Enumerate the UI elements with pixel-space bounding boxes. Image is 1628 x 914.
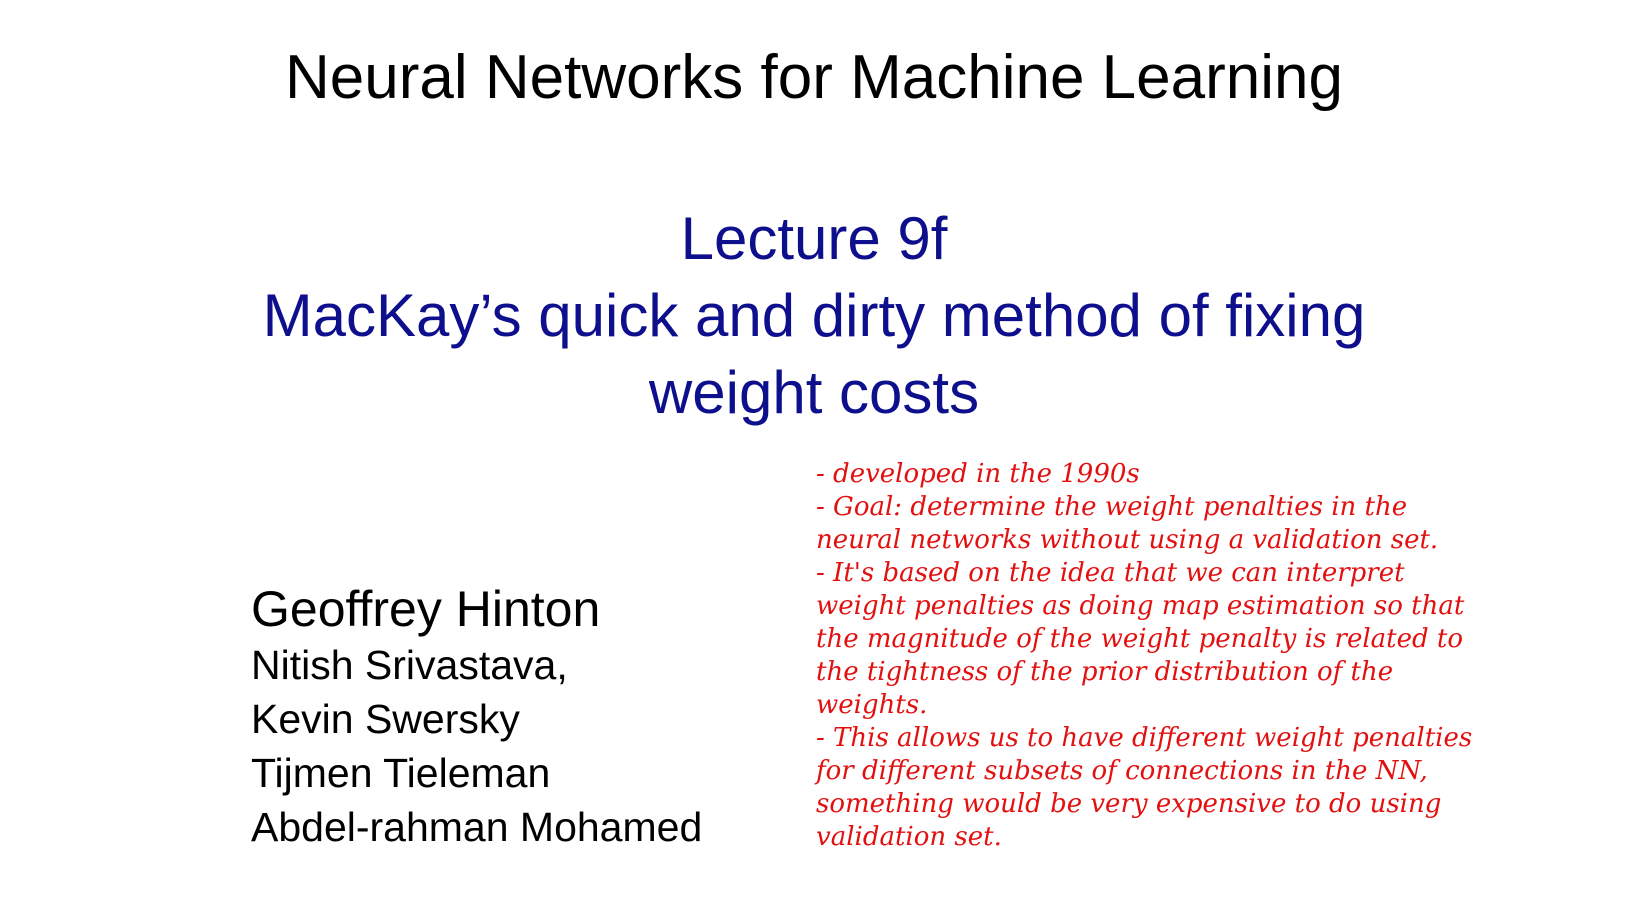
note-line: - developed in the 1990s — [816, 459, 1140, 489]
note-line: validation set. — [816, 822, 1002, 852]
note-line: something would be very expensive to do … — [816, 789, 1442, 819]
author-list: Geoffrey Hinton Nitish Srivastava, Kevin… — [251, 580, 702, 854]
author-main: Geoffrey Hinton — [251, 581, 601, 637]
author-name: Abdel-rahman Mohamed — [251, 804, 703, 850]
lecture-number: Lecture 9f — [680, 205, 948, 272]
note-line: - Goal: determine the weight penalties i… — [816, 492, 1408, 522]
author-name: Nitish Srivastava, — [251, 642, 568, 688]
lecture-title-line: weight costs — [648, 359, 980, 426]
course-title: Neural Networks for Machine Learning — [285, 43, 1343, 112]
note-line: the tightness of the prior distribution … — [816, 657, 1394, 687]
lecture-title-line: MacKay’s quick and dirty method of fixin… — [262, 282, 1366, 349]
note-line: the magnitude of the weight penalty is r… — [816, 624, 1464, 654]
handwritten-notes: - developed in the 1990s - Goal: determi… — [816, 458, 1616, 854]
note-line: - It's based on the idea that we can int… — [816, 558, 1405, 588]
lecture-heading: Lecture 9f MacKay’s quick and dirty meth… — [0, 200, 1628, 431]
note-line: neural networks without using a validati… — [816, 525, 1439, 555]
author-name: Kevin Swersky — [251, 696, 520, 742]
note-line: weights. — [816, 690, 928, 720]
author-name: Tijmen Tieleman — [251, 750, 551, 796]
note-line: for different subsets of connections in … — [816, 756, 1428, 786]
note-line: weight penalties as doing map estimation… — [816, 591, 1465, 621]
note-line: - This allows us to have different weigh… — [816, 723, 1473, 753]
